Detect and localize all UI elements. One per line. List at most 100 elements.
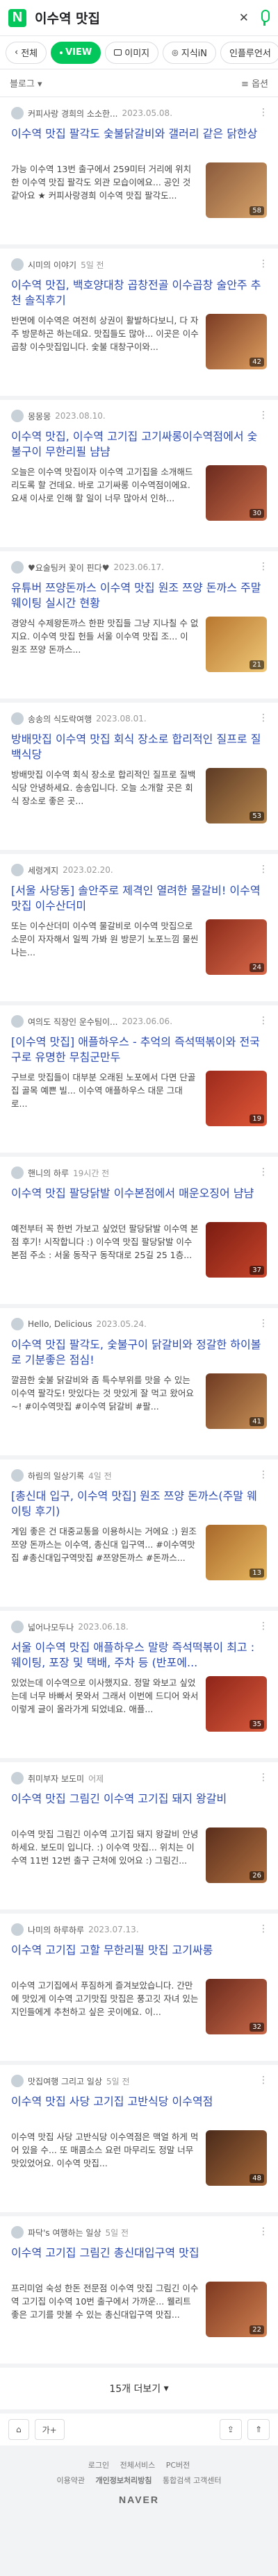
- avatar[interactable]: [11, 107, 24, 119]
- result-thumbnail[interactable]: 26: [206, 1828, 267, 1883]
- author-name[interactable]: 취미부자 보도미: [28, 1773, 84, 1784]
- author-name[interactable]: 핸니의 하루: [28, 1167, 69, 1179]
- author-name[interactable]: 세령게지: [28, 864, 58, 876]
- avatar[interactable]: [11, 561, 24, 574]
- result-title[interactable]: [총신대 입구, 이수역 맛집] 원조 쯔양 돈까스(주말 웨이팅 후기): [11, 1489, 267, 1519]
- result-card[interactable]: ♥요술팅커 꽃이 핀다♥ 2023.06.17. ⋮ 유튜버 쯔양돈까스 이수역 맛집…: [0, 551, 278, 699]
- avatar[interactable]: [11, 1318, 24, 1330]
- all-services-link[interactable]: 전체서비스: [120, 2461, 156, 2470]
- author-name[interactable]: 맛집여행 그리고 일상: [28, 2075, 102, 2087]
- result-thumbnail[interactable]: 32: [206, 1979, 267, 2034]
- result-thumbnail[interactable]: 37: [206, 1222, 267, 1278]
- result-thumbnail[interactable]: 35: [206, 1676, 267, 1732]
- more-options-icon[interactable]: ⋮: [259, 2226, 268, 2237]
- result-thumbnail[interactable]: 42: [206, 314, 267, 369]
- result-card[interactable]: 송송의 식도락여행 2023.08.01. ⋮ 방배맛집 이수역 맛집 회식 장소로 …: [0, 703, 278, 850]
- top-icon[interactable]: ⇑: [247, 2419, 270, 2440]
- result-thumbnail[interactable]: 41: [206, 1373, 267, 1429]
- result-thumbnail[interactable]: 24: [206, 919, 267, 975]
- avatar[interactable]: [11, 1166, 24, 1179]
- author-name[interactable]: 커피사랑 경희의 소소한...: [28, 108, 117, 119]
- avatar[interactable]: [11, 1621, 24, 1633]
- author-name[interactable]: 파닥's 여행하는 일상: [28, 2227, 101, 2239]
- more-options-icon[interactable]: ⋮: [259, 864, 268, 875]
- result-title[interactable]: 이수역 맛집 그림긴 이수역 고기집 돼지 왕갈비: [11, 1791, 267, 1822]
- result-card[interactable]: 여의도 직장인 운수팀이... 2023.06.06. ⋮ [이수역 맛집] 애플하우…: [0, 1005, 278, 1153]
- avatar[interactable]: [11, 258, 24, 271]
- result-card[interactable]: Hello, Delicious 2023.05.24. ⋮ 이수역 맛집 팔각도, …: [0, 1308, 278, 1455]
- result-card[interactable]: 나미의 하루하루 2023.07.13. ⋮ 이수역 고기집 고할 무한리필 맛집 고…: [0, 1914, 278, 2061]
- result-thumbnail[interactable]: 53: [206, 768, 267, 823]
- result-card[interactable]: 핸니의 하루 19시간 전 ⋮ 이수역 맛집 팔당닭발 이수본점에서 매운오징어 냠냠…: [0, 1157, 278, 1304]
- result-title[interactable]: 이수역 맛집, 백호양대창 곱창전골 이수곱창 술안주 추천 솔직후기: [11, 278, 267, 308]
- avatar[interactable]: [11, 2226, 24, 2239]
- show-more-button[interactable]: 15개 더보기 ▾: [0, 2368, 278, 2409]
- tab-all[interactable]: ‹ 전체: [6, 41, 47, 64]
- font-size-button[interactable]: 가+: [34, 2419, 65, 2440]
- result-title[interactable]: 이수역 고기집 그림긴 총신대입구역 맛집: [11, 2245, 267, 2276]
- terms-link[interactable]: 이용약관: [57, 2476, 85, 2485]
- more-options-icon[interactable]: ⋮: [259, 1015, 268, 1026]
- more-options-icon[interactable]: ⋮: [259, 107, 268, 118]
- result-title[interactable]: 이수역 맛집, 이수역 고기집 고기싸롱이수역점에서 숯불구이 무한리필 냠냠: [11, 429, 267, 460]
- tab-influencer[interactable]: 인플루언서: [220, 41, 278, 64]
- result-title[interactable]: 이수역 고기집 고할 무한리필 맛집 고기싸롱: [11, 1943, 267, 1973]
- avatar[interactable]: [11, 1923, 24, 1936]
- result-thumbnail[interactable]: 21: [206, 617, 267, 672]
- more-options-icon[interactable]: ⋮: [259, 2075, 268, 2086]
- more-options-icon[interactable]: ⋮: [259, 1318, 268, 1329]
- result-card[interactable]: 넓어나모두나 2023.06.18. ⋮ 서울 이수역 맛집 애플하우스 말랑 즉석떡…: [0, 1611, 278, 1758]
- home-button[interactable]: ⌂: [8, 2419, 29, 2440]
- tab-images[interactable]: 이미지: [105, 41, 159, 64]
- author-name[interactable]: 넓어나모두나: [28, 1621, 74, 1633]
- result-card[interactable]: 시미의 이야기 5일 전 ⋮ 이수역 맛집, 백호양대창 곱창전골 이수곱창 술안주 …: [0, 249, 278, 396]
- author-name[interactable]: Hello, Delicious: [28, 1319, 92, 1329]
- author-name[interactable]: 시미의 이야기: [28, 259, 76, 271]
- result-thumbnail[interactable]: 30: [206, 465, 267, 521]
- more-options-icon[interactable]: ⋮: [259, 1923, 268, 1934]
- result-title[interactable]: 이수역 맛집 팔당닭발 이수본점에서 매운오징어 냠냠: [11, 1186, 267, 1216]
- more-options-icon[interactable]: ⋮: [259, 1469, 268, 1480]
- result-card[interactable]: 하림의 일상기록 4일 전 ⋮ [총신대 입구, 이수역 맛집] 원조 쯔양 돈까스(…: [0, 1460, 278, 1607]
- more-options-icon[interactable]: ⋮: [259, 712, 268, 724]
- login-link[interactable]: 로그인: [88, 2461, 109, 2470]
- author-name[interactable]: ♥요술팅커 꽃이 핀다♥: [28, 562, 109, 574]
- avatar[interactable]: [11, 864, 24, 876]
- avatar[interactable]: [11, 1015, 24, 1028]
- tab-knowledge[interactable]: ◎ 지식iN: [163, 41, 217, 64]
- result-card[interactable]: 맛집여행 그리고 일상 5일 전 ⋮ 이수역 맛집 사당 고기집 고반식당 이수역점 이…: [0, 2065, 278, 2212]
- tab-view[interactable]: VIEW: [51, 41, 101, 64]
- result-title[interactable]: [이수역 맛집] 애플하우스 - 추억의 즉석떡볶이와 전국구로 유명한 무침군…: [11, 1035, 267, 1065]
- result-title[interactable]: 방배맛집 이수역 맛집 회식 장소로 합리적인 질프로 질백식당: [11, 732, 267, 762]
- avatar[interactable]: [11, 712, 24, 725]
- result-thumbnail[interactable]: 58: [206, 162, 267, 218]
- naver-logo[interactable]: N: [8, 8, 26, 27]
- result-card[interactable]: 파닥's 여행하는 일상 5일 전 ⋮ 이수역 고기집 그림긴 총신대입구역 맛집 프리…: [0, 2216, 278, 2364]
- pc-version-link[interactable]: PC버전: [166, 2461, 190, 2470]
- author-name[interactable]: 송송의 식도락여행: [28, 713, 92, 725]
- result-title[interactable]: 이수역 맛집 팔각도, 숯불구이 닭갈비와 정갈한 하이볼로 기분좋은 점심!: [11, 1337, 267, 1368]
- more-options-icon[interactable]: ⋮: [259, 1166, 268, 1178]
- clear-icon[interactable]: ✕: [239, 11, 249, 25]
- avatar[interactable]: [11, 2075, 24, 2087]
- result-card[interactable]: 몽몽몽 2023.08.10. ⋮ 이수역 맛집, 이수역 고기집 고기싸롱이수역점에…: [0, 400, 278, 547]
- author-name[interactable]: 여의도 직장인 운수팀이...: [28, 1016, 117, 1028]
- result-thumbnail[interactable]: 19: [206, 1071, 267, 1126]
- mic-icon[interactable]: [259, 9, 270, 26]
- filter-options[interactable]: ≡ 옵션: [241, 76, 268, 90]
- more-options-icon[interactable]: ⋮: [259, 258, 268, 269]
- avatar[interactable]: [11, 1469, 24, 1482]
- result-thumbnail[interactable]: 22: [206, 2282, 267, 2337]
- avatar[interactable]: [11, 410, 24, 422]
- author-name[interactable]: 나미의 하루하루: [28, 1924, 84, 1936]
- more-options-icon[interactable]: ⋮: [259, 1621, 268, 1632]
- result-title[interactable]: [서울 사당동] 솔안주로 제격인 열려한 물갈비! 이수역 맛집 이수산더미: [11, 883, 267, 914]
- privacy-link[interactable]: 개인정보처리방침: [96, 2476, 152, 2485]
- share-icon[interactable]: ⇪: [219, 2419, 242, 2440]
- result-card[interactable]: 취미부자 보도미 어제 ⋮ 이수역 맛집 그림긴 이수역 고기집 돼지 왕갈비 이수역 …: [0, 1762, 278, 1909]
- more-options-icon[interactable]: ⋮: [259, 561, 268, 572]
- help-link[interactable]: 통합검색 고객센터: [163, 2476, 221, 2485]
- result-card[interactable]: 세령게지 2023.02.20. ⋮ [서울 사당동] 솔안주로 제격인 열려한 물갈…: [0, 854, 278, 1001]
- search-query[interactable]: 이수역 맛집: [35, 8, 239, 27]
- avatar[interactable]: [11, 1772, 24, 1784]
